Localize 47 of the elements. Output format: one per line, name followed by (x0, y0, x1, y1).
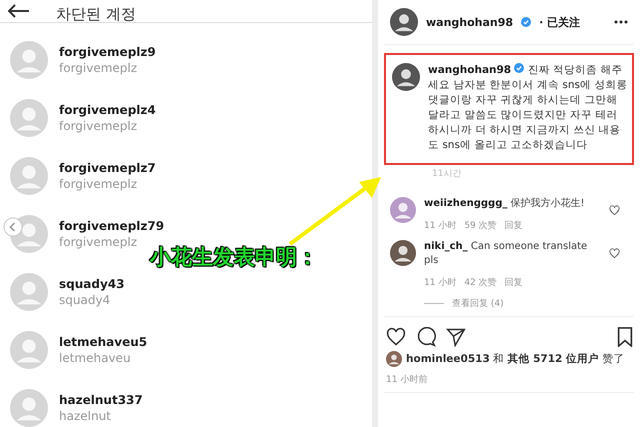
author-avatar (392, 63, 420, 91)
account-name: forgivemeplz (59, 61, 138, 75)
send-icon[interactable] (446, 327, 466, 347)
comment-text: weiizhengggg_ 保护我方小花生! (424, 197, 586, 211)
liker-avatar (386, 351, 402, 367)
caption-time: 11시간 (431, 168, 462, 181)
avatar-placeholder (10, 99, 48, 137)
account-username[interactable]: forgivemeplz9 (59, 45, 156, 59)
comment-time: 11 小时 (424, 220, 456, 232)
post-time: 11 小时前 (384, 367, 634, 393)
like-heart-icon[interactable] (609, 248, 620, 259)
profile-avatar (390, 8, 418, 36)
account-username[interactable]: forgivemeplz79 (59, 219, 164, 233)
account-username[interactable]: squady43 (59, 277, 124, 291)
account-name: forgivemeplz (59, 119, 138, 133)
follow-status: · 已关注 (539, 14, 580, 30)
avatar-placeholder (10, 157, 48, 195)
annotation-caption: 小花生发表申明： (150, 244, 318, 271)
post-caption: wanghohan98 진짜 적당히좀 해주세요 남자분 한분이서 계속 sns에 성희롱 댓글이랑 자꾸 귀찮게 하시는데 그만해달라고 말씀도 많이드렸지만 자꾸 테러하시니까 더 하시면 지금까지 쓰신 내용도 sns에 올리고 고소하겠습니다 (428, 63, 628, 153)
previous-icon[interactable] (3, 217, 23, 237)
account-name: forgivemeplz (59, 177, 138, 191)
account-name: squady4 (59, 293, 112, 307)
bookmark-icon[interactable] (616, 327, 634, 347)
like-heart-icon[interactable] (609, 205, 620, 216)
account-name: letmehaveu (59, 351, 132, 365)
post-author[interactable]: wanghohan98 (426, 16, 514, 28)
account-username[interactable]: hazelnut337 (59, 393, 143, 407)
likes-summary: hominlee0513 和 其他 5712 位用户 赞了 (406, 352, 624, 366)
account-username[interactable]: forgivemeplz7 (59, 161, 156, 175)
more-options-icon[interactable] (614, 20, 628, 24)
page-title: 차단된 계정 (56, 7, 136, 22)
verified-badge-icon (521, 17, 532, 27)
commenter-avatar (390, 197, 416, 223)
avatar-placeholder (10, 331, 48, 369)
verified-badge-icon (514, 63, 524, 73)
commenter-avatar (390, 240, 416, 266)
heart-icon[interactable] (386, 327, 406, 347)
comment-icon[interactable] (416, 327, 436, 347)
avatar-placeholder (10, 41, 48, 79)
comment-text: niki_ch_ Can someone translate pls (424, 240, 588, 268)
back-arrow-icon[interactable] (8, 4, 30, 18)
account-username[interactable]: letmehaveu5 (59, 335, 148, 349)
comment-time: 11 小时 (424, 276, 456, 289)
account-name: hazelnut (59, 409, 112, 423)
account-name: forgivemeplz (59, 235, 138, 249)
avatar-placeholder (10, 273, 48, 311)
account-username[interactable]: forgivemeplz4 (59, 103, 156, 117)
